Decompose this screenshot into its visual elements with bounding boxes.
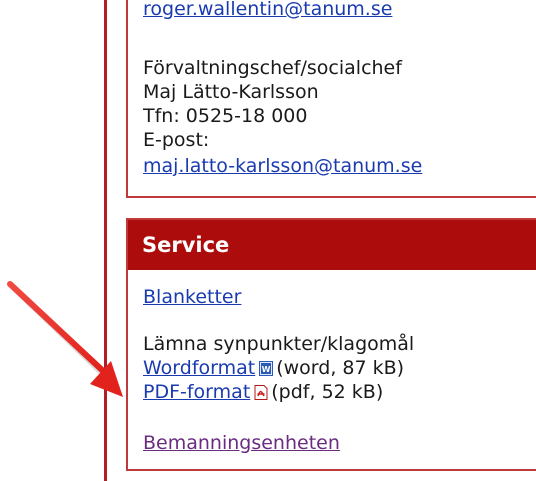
red-annotation-arrow bbox=[7, 281, 123, 397]
